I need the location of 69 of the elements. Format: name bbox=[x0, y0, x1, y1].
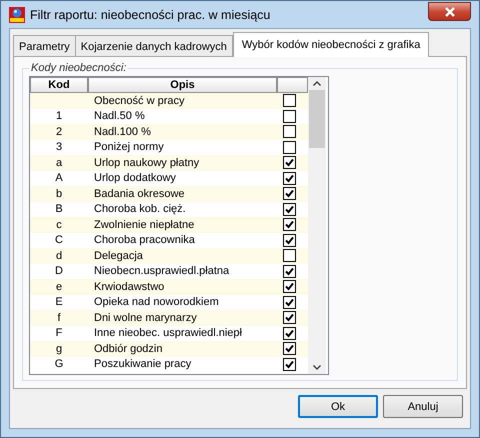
table-cell: g bbox=[56, 342, 62, 355]
table-cell: Dni wolne marynarzy bbox=[94, 312, 197, 324]
checkbox[interactable] bbox=[283, 342, 296, 356]
table-cell: Zwolnienie niepłatne bbox=[94, 218, 194, 231]
checkbox[interactable] bbox=[283, 280, 296, 294]
table-cell: c bbox=[56, 218, 62, 231]
table-cell: Krwiodawstwo bbox=[94, 280, 164, 293]
table-cell: Nadl.100 % bbox=[94, 126, 151, 138]
scroll-thumb[interactable] bbox=[309, 90, 325, 148]
window-title: Filtr raportu: nieobecności prac. w miesiącu bbox=[30, 8, 272, 22]
table-cell: E bbox=[55, 296, 63, 308]
table-cell: Odbiór godzin bbox=[94, 342, 162, 355]
column-header[interactable]: Kod bbox=[30, 77, 88, 93]
checkbox[interactable] bbox=[283, 249, 296, 262]
checkbox[interactable] bbox=[283, 140, 296, 154]
checkbox[interactable] bbox=[283, 218, 296, 232]
checkbox[interactable] bbox=[283, 358, 296, 371]
app-icon bbox=[9, 6, 25, 22]
tab[interactable]: Kojarzenie danych kadrowych bbox=[74, 35, 233, 57]
close-icon bbox=[444, 6, 456, 16]
checkbox[interactable] bbox=[283, 311, 296, 324]
checkbox[interactable] bbox=[283, 296, 296, 309]
checkbox[interactable] bbox=[283, 187, 296, 200]
tab[interactable]: Wybór kodów nieobecności z grafika bbox=[232, 32, 430, 57]
table-cell: Inne nieobec. usprawiedl.niepł bbox=[94, 327, 242, 340]
table-cell: e bbox=[56, 280, 62, 293]
table-cell: D bbox=[55, 265, 63, 278]
table-cell: Obecność w pracy bbox=[94, 94, 184, 107]
close-button[interactable] bbox=[428, 2, 471, 21]
table-cell: Urlop naukowy płatny bbox=[94, 156, 200, 169]
checkbox[interactable] bbox=[283, 125, 296, 138]
table-cell: Choroba kob. cięż. bbox=[94, 203, 186, 216]
table-cell: B bbox=[55, 203, 63, 216]
table-cell: a bbox=[56, 156, 62, 169]
table-cell: Nieobecn.usprawiedl.płatna bbox=[94, 265, 230, 278]
table-cell: Poniżej normy bbox=[94, 141, 164, 154]
group-label: Kody nieobecności: bbox=[30, 62, 128, 74]
table-cell: b bbox=[56, 188, 62, 200]
table-cell: A bbox=[55, 172, 63, 184]
scroll-up-icon[interactable] bbox=[313, 81, 321, 86]
checkbox[interactable] bbox=[283, 264, 296, 278]
checkbox[interactable] bbox=[283, 110, 296, 123]
checkbox[interactable] bbox=[283, 202, 296, 216]
table-cell: Badania okresowe bbox=[94, 188, 185, 200]
checkbox[interactable] bbox=[283, 172, 296, 185]
checkbox[interactable] bbox=[283, 94, 296, 108]
tab[interactable]: Parametry bbox=[13, 35, 76, 57]
table-cell: Delegacja bbox=[94, 250, 143, 262]
table-cell: f bbox=[57, 312, 61, 324]
table-cell: 2 bbox=[56, 126, 62, 138]
checkbox[interactable] bbox=[283, 156, 296, 170]
table-cell: 3 bbox=[56, 141, 62, 154]
table-cell: G bbox=[54, 358, 64, 370]
table-cell: d bbox=[56, 250, 62, 262]
table-cell: Nadl.50 % bbox=[94, 110, 145, 122]
column-header[interactable]: Opis bbox=[88, 77, 277, 93]
table-cell: Choroba pracownika bbox=[94, 234, 195, 246]
table-cell: Opieka nad noworodkiem bbox=[94, 296, 219, 308]
checkbox[interactable] bbox=[283, 234, 296, 247]
table-cell: F bbox=[56, 327, 62, 340]
scroll-down-icon[interactable] bbox=[313, 365, 321, 370]
table-cell: C bbox=[55, 234, 63, 246]
dialog-button[interactable]: Ok bbox=[298, 395, 378, 418]
checkbox[interactable] bbox=[283, 326, 296, 340]
table-cell: 1 bbox=[56, 110, 62, 122]
table-cell: Urlop dodatkowy bbox=[94, 172, 176, 184]
dialog-button[interactable]: Anuluj bbox=[383, 395, 463, 418]
table-cell: Poszukiwanie pracy bbox=[94, 358, 192, 370]
scrollbar[interactable] bbox=[308, 77, 326, 374]
